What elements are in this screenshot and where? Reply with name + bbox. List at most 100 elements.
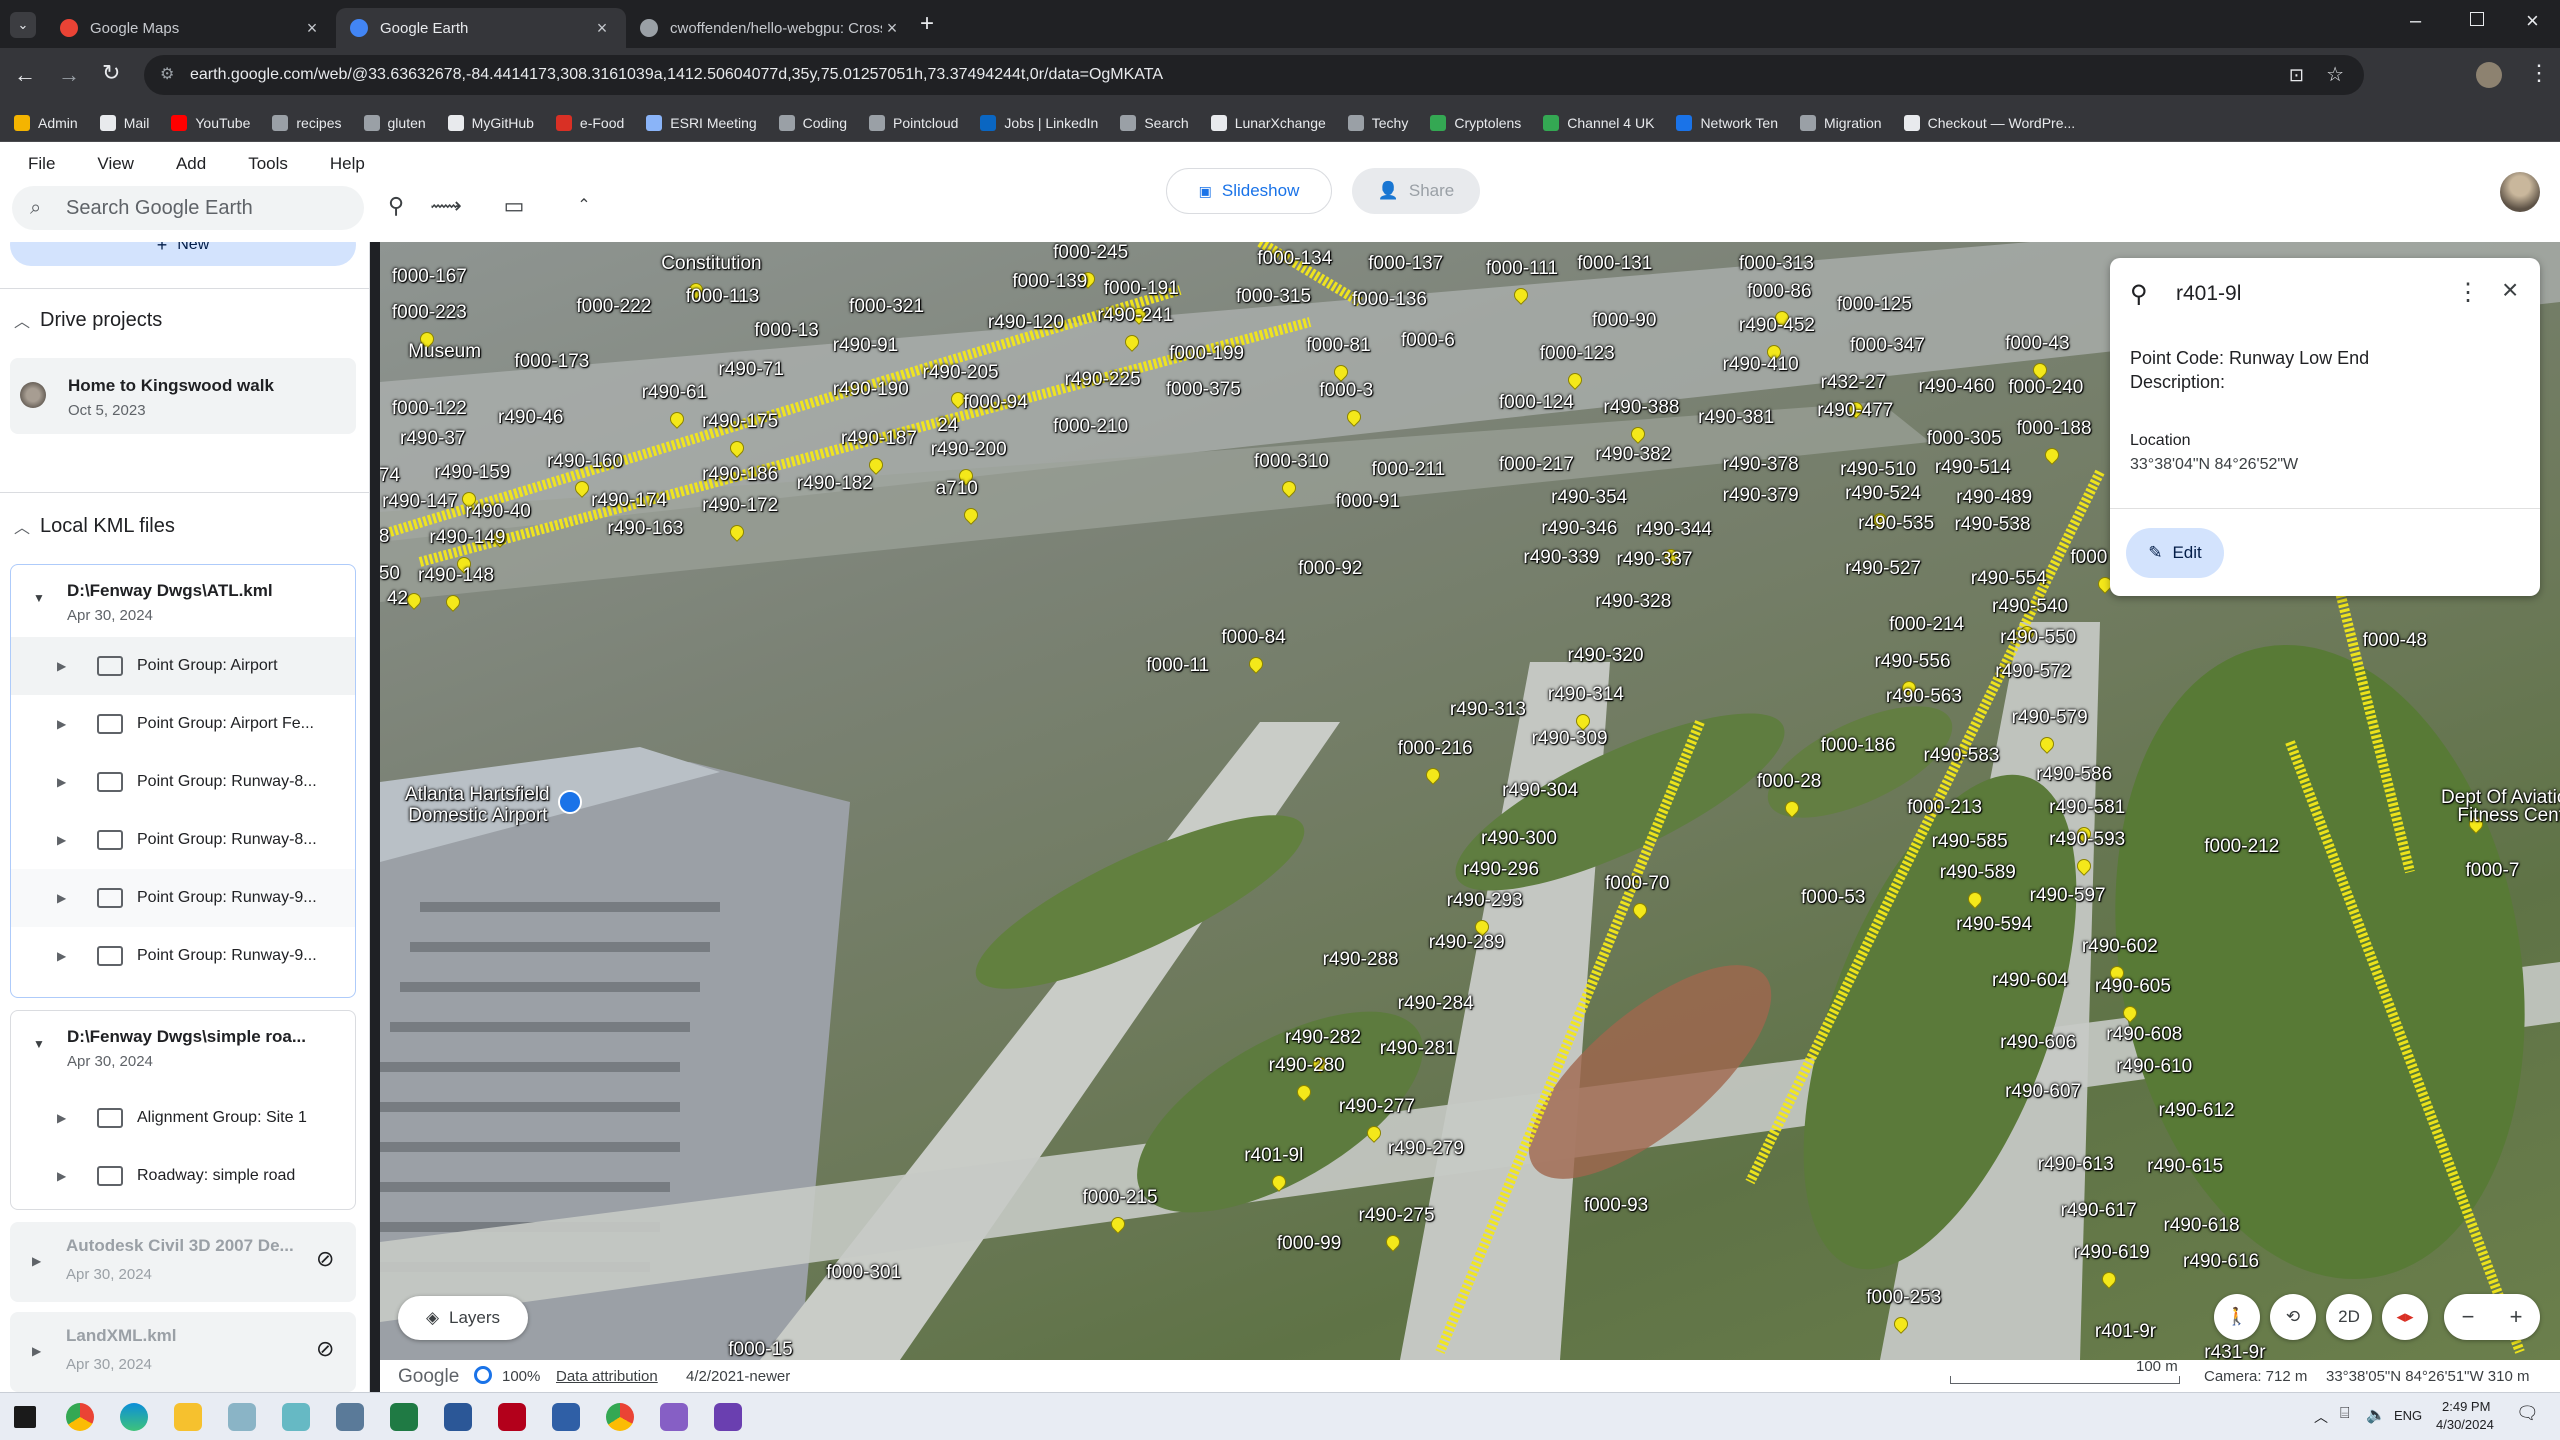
bookmark-item[interactable]: Techy bbox=[1347, 114, 1408, 131]
placemark-label[interactable]: r431-9r bbox=[2204, 1342, 2265, 1360]
placemark-label[interactable]: r490-619 bbox=[2074, 1242, 2150, 1264]
edit-button[interactable]: ✎ Edit bbox=[2126, 528, 2224, 578]
calculator-icon[interactable] bbox=[336, 1403, 364, 1431]
menu-help[interactable]: Help bbox=[330, 154, 365, 174]
placemark-label[interactable]: Domestic Airport bbox=[408, 805, 547, 827]
placemark-label[interactable]: r490-288 bbox=[1323, 949, 1399, 971]
bookmark-item[interactable]: recipes bbox=[272, 114, 342, 131]
placemark-label[interactable]: f000-111 bbox=[1486, 258, 1558, 280]
placemark-label[interactable]: r401-9r bbox=[2095, 1321, 2156, 1343]
placemark-label[interactable]: r490-320 bbox=[1567, 645, 1643, 667]
placemark-label[interactable]: r490-602 bbox=[2082, 936, 2158, 958]
placemark-label[interactable]: f000-13 bbox=[754, 320, 818, 342]
clock-time[interactable]: 2:49 PM bbox=[2442, 1399, 2490, 1414]
tab-github[interactable]: cwoffenden/hello-webgpu: Cross × bbox=[626, 8, 916, 48]
tab-search-button[interactable]: ⌄ bbox=[10, 12, 36, 38]
placemark-label[interactable]: r490-147 bbox=[382, 491, 458, 513]
add-path-icon[interactable]: ⟿ bbox=[430, 190, 462, 222]
placemark-label[interactable]: f000-90 bbox=[1592, 310, 1656, 332]
placemark-label[interactable]: r490-190 bbox=[833, 379, 909, 401]
placemark-label[interactable]: r490-597 bbox=[2030, 885, 2106, 907]
placemark-label[interactable]: r490-550 bbox=[2000, 627, 2076, 649]
placemark-label[interactable]: r490-172 bbox=[702, 495, 778, 517]
placemark-label[interactable]: f000-213 bbox=[1907, 797, 1982, 819]
kml-child-item[interactable]: ▶ Point Group: Runway-9... bbox=[11, 927, 355, 985]
excel-icon[interactable] bbox=[390, 1403, 418, 1431]
back-icon[interactable]: ← bbox=[14, 62, 36, 88]
placemark-label[interactable]: r490-579 bbox=[2012, 707, 2088, 729]
placemark-label[interactable]: r490-175 bbox=[702, 411, 778, 433]
bookmark-item[interactable]: YouTube bbox=[171, 114, 250, 131]
placemark-label[interactable]: r490-382 bbox=[1595, 444, 1671, 466]
chrome-taskbar-icon[interactable] bbox=[66, 1403, 94, 1431]
measure-ruler-icon[interactable]: ▭ bbox=[498, 190, 530, 222]
new-tab-icon[interactable]: + bbox=[920, 10, 934, 38]
placemark-label[interactable]: r490-563 bbox=[1886, 686, 1962, 708]
tilt-view-icon[interactable]: ⟲ bbox=[2270, 1294, 2316, 1340]
close-tab-icon[interactable]: × bbox=[302, 18, 322, 39]
kml-file-hidden[interactable]: ▶ Autodesk Civil 3D 2007 De... Apr 30, 2… bbox=[10, 1222, 356, 1302]
slideshow-button[interactable]: ▣ Slideshow bbox=[1166, 168, 1332, 214]
bookmark-item[interactable]: Migration bbox=[1800, 114, 1882, 131]
placemark-label[interactable]: r490-120 bbox=[988, 312, 1064, 334]
bookmark-item[interactable]: gluten bbox=[363, 114, 426, 131]
placemark-label[interactable]: f000-93 bbox=[1584, 1195, 1648, 1217]
local-kml-header[interactable]: ︿ Local KML files bbox=[14, 514, 175, 538]
placemark-label[interactable]: f000-124 bbox=[1499, 392, 1574, 414]
placemark-label[interactable]: f000-15 bbox=[728, 1339, 792, 1360]
bookmark-star-icon[interactable]: ☆ bbox=[2326, 55, 2344, 95]
placemark-label[interactable]: Atlanta Hartsfield bbox=[405, 784, 550, 806]
word-icon[interactable] bbox=[444, 1403, 472, 1431]
expand-arrow-icon[interactable]: ▼ bbox=[33, 591, 45, 605]
placemark-label[interactable]: f000-123 bbox=[1540, 343, 1615, 365]
placemark-label[interactable]: r490-586 bbox=[2036, 764, 2112, 786]
expand-arrow-icon[interactable]: ▶ bbox=[57, 833, 79, 847]
placemark-label[interactable]: r490-605 bbox=[2095, 976, 2171, 998]
placemark-label[interactable]: f000-212 bbox=[2204, 836, 2279, 858]
placemark-label[interactable]: r490-275 bbox=[1358, 1205, 1434, 1227]
placemark-label[interactable]: r490-616 bbox=[2183, 1251, 2259, 1273]
more-options-icon[interactable]: ⋮ bbox=[2456, 278, 2480, 307]
expand-arrow-icon[interactable]: ▶ bbox=[57, 775, 79, 789]
placemark-label[interactable]: r490-617 bbox=[2061, 1200, 2137, 1222]
install-app-icon[interactable]: ⊡ bbox=[2289, 55, 2304, 95]
placemark-label[interactable]: f000-313 bbox=[1739, 253, 1814, 275]
bookmark-item[interactable]: Cryptolens bbox=[1430, 114, 1521, 131]
kml-file-simple-road[interactable]: ▼ D:\Fenway Dwgs\simple roa... Apr 30, 2… bbox=[10, 1010, 356, 1210]
placemark-label[interactable]: r490-378 bbox=[1723, 454, 1799, 476]
placemark-label[interactable]: r490-71 bbox=[718, 359, 784, 381]
drive-projects-header[interactable]: ︿ Drive projects bbox=[14, 308, 162, 332]
placemark-label[interactable]: r490-618 bbox=[2163, 1215, 2239, 1237]
placemark-label[interactable]: r490-583 bbox=[1923, 745, 1999, 767]
edge-taskbar-icon[interactable] bbox=[120, 1403, 148, 1431]
placemark-label[interactable]: f000-210 bbox=[1053, 416, 1128, 438]
bookmark-item[interactable]: LunarXchange bbox=[1210, 114, 1326, 131]
placemark-label[interactable]: f000-11 bbox=[1146, 655, 1209, 677]
expand-arrow-icon[interactable]: ▶ bbox=[57, 891, 79, 905]
placemark-label[interactable]: Museum bbox=[408, 341, 481, 363]
placemark-label[interactable]: r401-9l bbox=[1244, 1145, 1303, 1167]
placemark-label[interactable]: 42 bbox=[387, 588, 408, 610]
placemark-label[interactable]: f000-215 bbox=[1083, 1187, 1158, 1209]
placemark-label[interactable]: f000-113 bbox=[686, 286, 760, 308]
placemark-label[interactable]: r490-339 bbox=[1523, 547, 1599, 569]
placemark-label[interactable]: Constitution bbox=[661, 253, 761, 275]
expand-arrow-icon[interactable]: ▶ bbox=[57, 1111, 79, 1125]
menu-tools[interactable]: Tools bbox=[248, 154, 288, 174]
expand-arrow-icon[interactable]: ▼ bbox=[33, 1037, 45, 1051]
placemark-label[interactable]: r490-313 bbox=[1450, 699, 1526, 721]
bookmark-item[interactable]: Mail bbox=[99, 114, 149, 131]
placemark-label[interactable]: f000-6 bbox=[1401, 330, 1455, 352]
placemark-label[interactable]: r490-379 bbox=[1723, 485, 1799, 507]
placemark-label[interactable]: r490-388 bbox=[1603, 397, 1679, 419]
placemark-label[interactable]: r490-381 bbox=[1698, 407, 1774, 429]
notifications-icon[interactable]: 🗨 bbox=[2516, 1403, 2539, 1424]
placemark-label[interactable]: r490-282 bbox=[1285, 1027, 1361, 1049]
placemark-label[interactable]: r490-186 bbox=[702, 464, 778, 486]
placemark-label[interactable]: r490-241 bbox=[1097, 305, 1173, 327]
clock-date[interactable]: 4/30/2024 bbox=[2436, 1417, 2494, 1432]
search-input[interactable]: ⌕ Search Google Earth bbox=[12, 186, 364, 230]
placemark-label[interactable]: f000-7 bbox=[2466, 860, 2520, 882]
bookmark-item[interactable]: Jobs | LinkedIn bbox=[980, 114, 1098, 131]
placemark-label[interactable]: f000-347 bbox=[1850, 335, 1925, 357]
